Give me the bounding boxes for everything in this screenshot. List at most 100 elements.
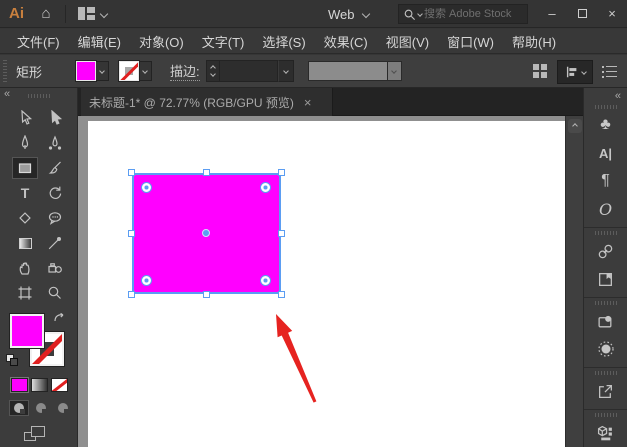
fill-color-dropdown[interactable] [96, 61, 109, 81]
corner-radius-widget-se[interactable] [260, 275, 271, 286]
collapse-panel-button[interactable]: « [4, 88, 10, 100]
scroll-up-button[interactable] [568, 119, 582, 133]
tool-curvature[interactable] [42, 132, 68, 154]
artboards-panel-icon[interactable] [592, 267, 620, 291]
panel-grip[interactable] [595, 105, 617, 109]
draw-inside-button[interactable] [53, 400, 73, 416]
selection-handle-e[interactable] [278, 230, 285, 237]
vertical-scrollbar[interactable] [565, 116, 583, 447]
swap-fill-stroke-icon[interactable] [52, 312, 68, 326]
panel-dock: « ♣ A| ¶ O [583, 88, 627, 447]
selection-handle-n[interactable] [203, 169, 210, 176]
clubs-panel-icon[interactable]: ♣ [592, 113, 620, 137]
tool-pen[interactable] [12, 132, 38, 154]
draw-normal-button[interactable] [9, 400, 29, 416]
tool-paintbrush[interactable] [42, 157, 68, 179]
opentype-panel-icon[interactable]: O [592, 197, 620, 221]
asset-export-panel-icon[interactable] [592, 421, 620, 445]
selection-handle-sw[interactable] [128, 291, 135, 298]
stroke-weight-dropdown[interactable] [278, 60, 294, 82]
search-box[interactable] [398, 4, 528, 24]
color-wheel-panel-icon[interactable] [592, 337, 620, 361]
search-input[interactable] [424, 8, 516, 20]
rotate-tool-icon [47, 185, 63, 201]
direct-selection-tool-icon [47, 110, 63, 126]
fill-color-button[interactable] [76, 61, 109, 81]
zoom-tool-icon [47, 285, 63, 301]
selection-handle-nw[interactable] [128, 169, 135, 176]
selection-handle-se[interactable] [278, 291, 285, 298]
selection-handle-w[interactable] [128, 230, 135, 237]
export-panel-icon[interactable] [592, 379, 620, 403]
panel-grip[interactable] [595, 371, 617, 375]
tool-zoom[interactable] [42, 282, 68, 304]
menu-select[interactable]: 选择(S) [253, 32, 314, 51]
selection-tool-icon [17, 110, 33, 126]
tool-symbol-sprayer[interactable] [42, 257, 68, 279]
menu-object[interactable]: 对象(O) [130, 32, 193, 51]
panel-grip[interactable] [3, 60, 7, 82]
close-button[interactable]: × [597, 0, 627, 26]
document-tab[interactable]: 未标题-1* @ 72.77% (RGB/GPU 预览) × [81, 88, 333, 116]
panel-menu-icon[interactable] [602, 66, 617, 78]
transform-grid-icon[interactable] [533, 64, 548, 79]
panel-grip[interactable] [595, 231, 617, 235]
expand-panels-button[interactable]: « [584, 88, 627, 102]
corner-radius-widget-ne[interactable] [260, 182, 271, 193]
tool-rectangle[interactable] [12, 157, 38, 179]
tool-gradient[interactable] [12, 232, 38, 254]
gradient-button[interactable] [31, 378, 48, 392]
corner-radius-widget-nw[interactable] [141, 182, 152, 193]
menu-view[interactable]: 视图(V) [377, 32, 438, 51]
center-point-handle[interactable] [202, 229, 210, 237]
canvas-pasteboard[interactable] [78, 116, 565, 447]
tool-eyedropper[interactable] [42, 232, 68, 254]
tool-selection[interactable] [12, 107, 38, 129]
tool-artboard[interactable] [12, 282, 38, 304]
tool-hand[interactable] [12, 257, 38, 279]
workspace-switcher[interactable]: Web [328, 0, 369, 28]
tool-type[interactable]: T [12, 182, 38, 204]
control-bar: 矩形 描边: [0, 55, 627, 88]
stroke-weight-label[interactable]: 描边: [170, 61, 200, 81]
draw-behind-button[interactable] [31, 400, 51, 416]
links-panel-icon[interactable] [592, 239, 620, 263]
default-fill-stroke-icon[interactable] [6, 354, 18, 366]
stroke-weight-input[interactable] [220, 60, 278, 82]
panel-grip[interactable] [28, 94, 50, 98]
tab-close-button[interactable]: × [304, 95, 312, 110]
stroke-color-button[interactable] [119, 61, 152, 81]
align-button[interactable] [557, 60, 593, 84]
color-button[interactable] [11, 378, 28, 392]
arrange-documents-button[interactable] [72, 7, 113, 20]
none-button[interactable] [51, 378, 68, 392]
menu-help[interactable]: 帮助(H) [503, 32, 565, 51]
menu-edit[interactable]: 编辑(E) [69, 32, 130, 51]
stroke-color-dropdown[interactable] [139, 61, 152, 81]
paragraph-panel-icon[interactable]: ¶ [592, 169, 620, 193]
menu-window[interactable]: 窗口(W) [438, 32, 503, 51]
menu-effect[interactable]: 效果(C) [315, 32, 377, 51]
dock-section-asset-export [584, 413, 627, 447]
selection-handle-ne[interactable] [278, 169, 285, 176]
screen-mode-button[interactable] [24, 426, 46, 442]
corner-radius-widget-sw[interactable] [141, 275, 152, 286]
fill-swatch[interactable] [10, 314, 44, 348]
home-icon[interactable]: ⌂ [33, 5, 59, 22]
appearance-panel-icon[interactable] [592, 309, 620, 333]
tool-rotate[interactable] [42, 182, 68, 204]
character-panel-icon[interactable]: A| [592, 141, 620, 165]
chevron-up-icon [572, 123, 578, 129]
stroke-weight-stepper[interactable] [206, 60, 220, 82]
menu-type[interactable]: 文字(T) [193, 32, 254, 51]
tool-bubble[interactable] [42, 207, 68, 229]
tool-shaper[interactable] [12, 207, 38, 229]
menu-file[interactable]: 文件(F) [8, 32, 69, 51]
panel-grip[interactable] [595, 413, 617, 417]
selection-handle-s[interactable] [203, 291, 210, 298]
maximize-button[interactable] [567, 0, 597, 26]
panel-grip[interactable] [595, 301, 617, 305]
tool-direct-selection[interactable] [42, 107, 68, 129]
artboard[interactable] [88, 121, 565, 447]
minimize-button[interactable]: – [537, 0, 567, 26]
